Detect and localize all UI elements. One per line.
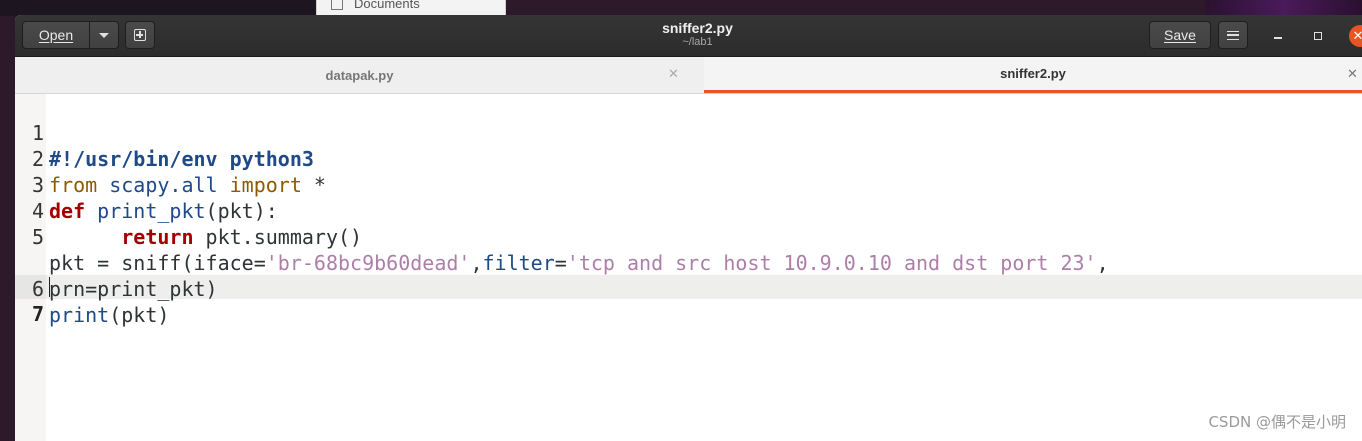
window-title: sniffer2.py xyxy=(662,20,733,36)
window-title-area: sniffer2.py ~/lab1 xyxy=(575,20,820,49)
text-cursor xyxy=(49,277,50,297)
minimize-icon xyxy=(1274,37,1282,39)
watermark: CSDN @偶不是小明 xyxy=(1208,413,1346,431)
desktop-background-right xyxy=(1205,0,1362,16)
code-line: 4 return pkt.summary() xyxy=(15,172,1362,249)
code-line: 1 #!/usr/bin/env python3 xyxy=(15,94,1362,171)
tab-label: datapak.py xyxy=(325,67,394,83)
chevron-down-icon xyxy=(99,32,109,38)
tab-label: sniffer2.py xyxy=(1000,66,1066,81)
new-tab-button[interactable] xyxy=(125,21,155,49)
maximize-button[interactable] xyxy=(1310,28,1326,44)
window-subtitle: ~/lab1 xyxy=(682,36,713,48)
tab-datapak[interactable]: datapak.py ✕ xyxy=(15,57,704,93)
tab-close-icon[interactable]: ✕ xyxy=(668,66,679,82)
save-button[interactable]: Save xyxy=(1149,21,1211,49)
open-button[interactable]: Open xyxy=(22,21,90,49)
code-line: 7 xyxy=(15,275,1362,326)
code-text: (pkt) xyxy=(109,303,170,327)
tab-sniffer2[interactable]: sniffer2.py ✕ xyxy=(704,57,1362,93)
document-icon xyxy=(331,0,343,10)
line-number-current: 7 xyxy=(31,302,44,326)
menu-button[interactable] xyxy=(1218,21,1248,49)
minimize-button[interactable] xyxy=(1270,28,1286,44)
code-line: 2 from scapy.all import * xyxy=(15,120,1362,197)
tab-bar: datapak.py ✕ sniffer2.py ✕ xyxy=(15,57,1362,94)
maximize-icon xyxy=(1314,32,1322,40)
code-line: 6 print(pkt) xyxy=(15,250,1362,327)
code-editor[interactable]: 1 #!/usr/bin/env python3 2 from scapy.al… xyxy=(15,94,1362,441)
background-window: Documents xyxy=(316,0,506,15)
hamburger-menu-icon xyxy=(1227,30,1239,40)
new-document-icon xyxy=(134,29,146,41)
desktop-background xyxy=(0,0,318,16)
header-bar: Open sniffer2.py ~/lab1 Save ✕ xyxy=(15,15,1362,57)
code-line-wrapped: prn=print_pkt) xyxy=(15,224,1362,301)
gedit-window: Open sniffer2.py ~/lab1 Save ✕ datapak.p… xyxy=(15,15,1362,441)
code-line: 3 def print_pkt(pkt): xyxy=(15,146,1362,223)
background-window-label: Documents xyxy=(354,0,420,11)
open-dropdown-button[interactable] xyxy=(89,21,119,49)
code-line: 5 pkt = sniff(iface='br-68bc9b60dead',fi… xyxy=(15,198,1362,275)
close-icon: ✕ xyxy=(1352,28,1362,44)
close-window-button[interactable]: ✕ xyxy=(1349,25,1362,47)
tab-close-icon[interactable]: ✕ xyxy=(1347,66,1358,82)
